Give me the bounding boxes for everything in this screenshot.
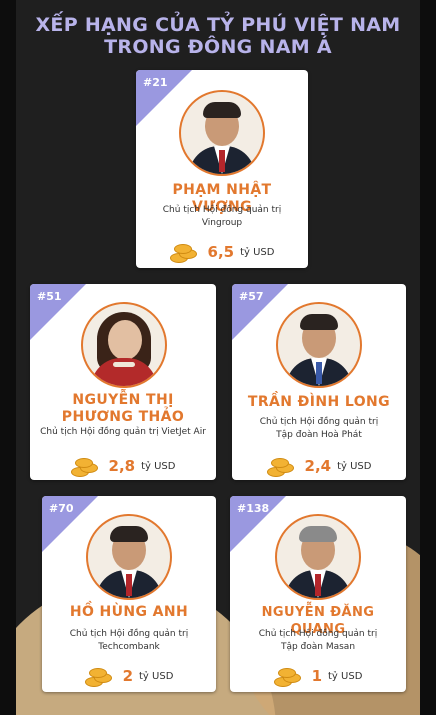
net-worth: 6,5 tỷ USD — [136, 240, 308, 264]
billionaire-name: NGUYỄN THỊ PHƯƠNG THẢO — [61, 392, 185, 425]
portrait-avatar — [179, 90, 265, 176]
billionaire-name: HỒ HÙNG ANH — [69, 604, 189, 620]
net-worth-amount: 6,5 — [207, 243, 235, 261]
portrait-avatar — [86, 514, 172, 600]
coins-icon — [169, 241, 198, 263]
net-worth-amount: 2,4 — [304, 457, 332, 475]
left-edge — [0, 0, 16, 715]
billionaire-role: Chủ tịch Hội đồng quản trị VietJet Air — [40, 427, 206, 437]
title-line-2: TRONG ĐÔNG NAM Á — [104, 36, 332, 58]
billionaire-name: TRẦN ĐÌNH LONG — [247, 394, 391, 410]
net-worth-unit: tỷ USD — [139, 670, 174, 682]
net-worth-unit: tỷ USD — [328, 670, 363, 682]
billionaire-role: Chủ tịch Hội đồng quản trị Tập đoàn Masa… — [258, 629, 378, 652]
rank-label: #51 — [37, 290, 62, 303]
net-worth: 2,8 tỷ USD — [30, 454, 216, 478]
billionaire-card-4: #70 HỒ HÙNG ANH Chủ tịch Hội đồng quản t… — [42, 496, 216, 692]
billionaire-role: Chủ tịch Hội đồng quản trị Vingroup — [162, 205, 282, 228]
net-worth: 1 tỷ USD — [230, 664, 406, 688]
portrait-avatar — [276, 302, 362, 388]
rank-label: #21 — [143, 76, 168, 89]
net-worth-amount: 1 — [311, 667, 323, 685]
portrait-avatar — [81, 302, 167, 388]
coins-icon — [273, 665, 302, 687]
coins-icon — [84, 665, 113, 687]
right-edge — [420, 0, 436, 715]
billionaire-role: Chủ tịch Hội đồng quản trị Tập đoàn Hoà … — [259, 417, 379, 440]
net-worth-unit: tỷ USD — [240, 246, 275, 258]
billionaire-card-3: #57 TRẦN ĐÌNH LONG Chủ tịch Hội đồng quả… — [232, 284, 406, 480]
coins-icon — [266, 455, 295, 477]
net-worth-amount: 2,8 — [108, 457, 136, 475]
rank-label: #70 — [49, 502, 74, 515]
portrait-avatar — [275, 514, 361, 600]
net-worth-unit: tỷ USD — [141, 460, 176, 472]
rank-label: #138 — [237, 502, 270, 515]
rank-label: #57 — [239, 290, 264, 303]
net-worth: 2 tỷ USD — [42, 664, 216, 688]
page-title: XẾP HẠNG CỦA TỶ PHÚ VIỆT NAM TRONG ĐÔNG … — [16, 14, 420, 58]
billionaire-card-1: #21 PHẠM NHẬT VƯỢNG Chủ tịch Hội đồng qu… — [136, 70, 308, 268]
title-line-1: XẾP HẠNG CỦA TỶ PHÚ VIỆT NAM — [35, 14, 401, 36]
net-worth-amount: 2 — [122, 667, 134, 685]
coins-icon — [70, 455, 99, 477]
billionaire-role: Chủ tịch Hội đồng quản trị Techcombank — [69, 629, 189, 652]
net-worth: 2,4 tỷ USD — [232, 454, 406, 478]
billionaire-card-5: #138 NGUYỄN ĐĂNG QUANG Chủ tịch Hội đồng… — [230, 496, 406, 692]
billionaire-card-2: #51 NGUYỄN THỊ PHƯƠNG THẢO Chủ tịch Hội … — [30, 284, 216, 480]
net-worth-unit: tỷ USD — [337, 460, 372, 472]
